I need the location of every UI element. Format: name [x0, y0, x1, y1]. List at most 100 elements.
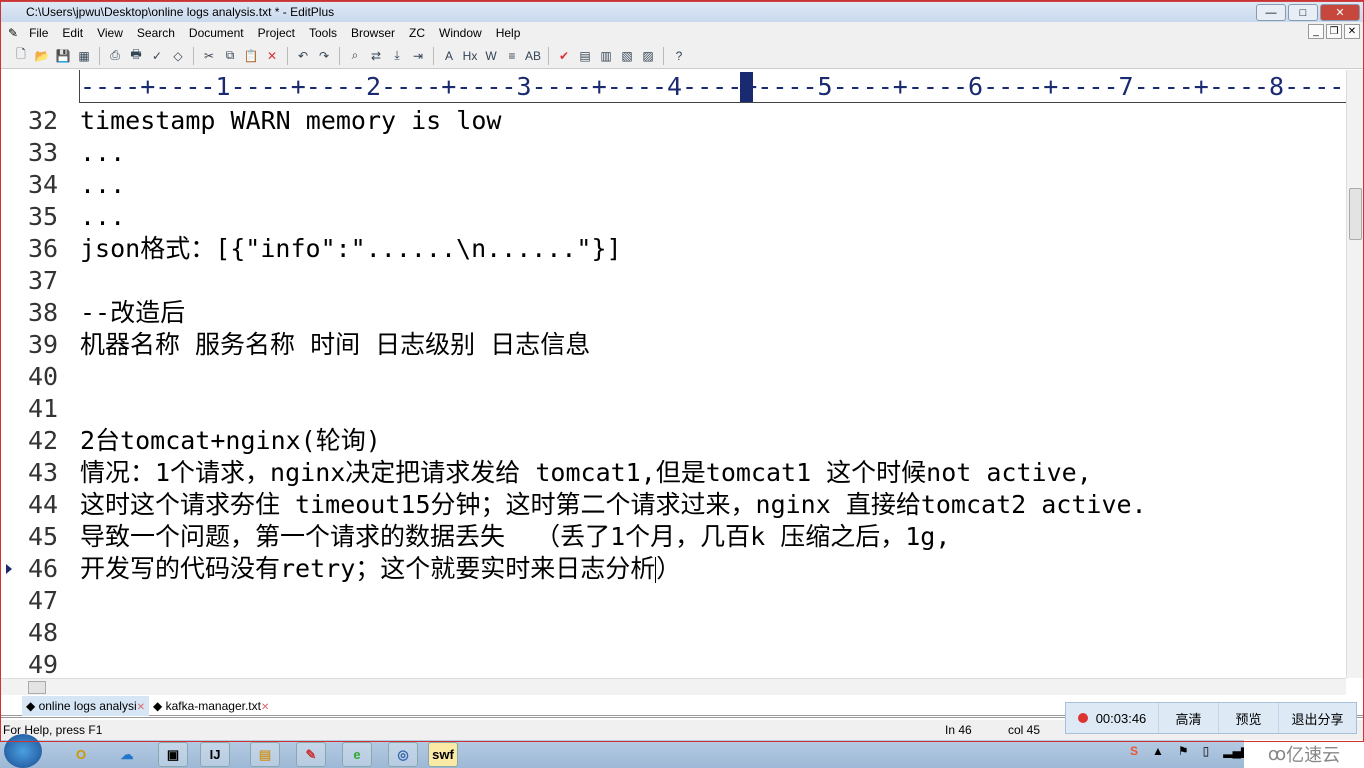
tab-online-logs[interactable]: ◆ online logs analysi✕ — [22, 695, 150, 716]
chrome-icon[interactable]: ◎ — [388, 742, 418, 767]
menu-browser[interactable]: Browser — [344, 26, 402, 40]
menu-view[interactable]: View — [90, 26, 130, 40]
line-text: 开发写的代码没有retry；这个就要实时来日志分析） — [80, 554, 682, 583]
line-numbers-icon[interactable]: ≡ — [503, 47, 521, 65]
copy-icon[interactable]: ⧉ — [221, 47, 239, 65]
toggle-2-icon[interactable]: ▥ — [597, 47, 615, 65]
menu-search[interactable]: Search — [130, 26, 182, 40]
column-select-icon[interactable]: AB — [524, 47, 542, 65]
redo-icon[interactable]: ↷ — [315, 47, 333, 65]
vertical-scrollbar[interactable] — [1346, 70, 1364, 678]
line-number: 46 — [28, 554, 59, 583]
hex-icon[interactable]: Hx — [461, 47, 479, 65]
line-number: 44 — [28, 490, 59, 519]
undo-icon[interactable]: ↶ — [294, 47, 312, 65]
line-indicator: In 46 — [945, 723, 972, 737]
new-file-icon[interactable]: 🗋 — [12, 47, 30, 65]
line-number: 41 — [28, 394, 59, 423]
line-number: 43 — [28, 458, 59, 487]
close-tab-icon[interactable]: ✕ — [137, 702, 145, 713]
editor-line: 39 机器名称 服务名称 时间 日志级别 日志信息 — [0, 329, 1346, 361]
exit-share-button[interactable]: 退出分享 — [1279, 703, 1356, 733]
line-number: 35 — [28, 202, 59, 231]
mdi-restore-button[interactable]: ❐ — [1326, 24, 1342, 39]
check-icon[interactable]: ✔ — [555, 47, 573, 65]
open-icon[interactable]: 📂 — [33, 47, 51, 65]
toggle-4-icon[interactable]: ▨ — [639, 47, 657, 65]
tab-kafka-manager[interactable]: ◆ kafka-manager.txt✕ — [149, 696, 273, 716]
browser-preview-icon[interactable]: ◇ — [169, 47, 187, 65]
flag-icon[interactable]: ⚑ — [1178, 744, 1189, 758]
line-text: 这时这个请求夯住 timeout15分钟；这时第二个请求过来，nginx 直接给… — [80, 490, 1147, 519]
horizontal-scrollbar[interactable] — [0, 678, 1346, 695]
maximize-button[interactable]: □ — [1288, 4, 1318, 21]
paste-icon[interactable]: 📋 — [242, 47, 260, 65]
editor-line: 37 — [0, 265, 1346, 297]
intellij-idea-icon[interactable]: IJ — [200, 742, 230, 767]
menu-bar: ✎ File Edit View Search Document Project Tools… — [0, 22, 1364, 43]
title-bar: C:\Users\jpwu\Desktop\online logs analys… — [0, 0, 1364, 22]
baidu-cloud-icon[interactable]: ☁ — [112, 742, 142, 767]
menu-project[interactable]: Project — [251, 26, 302, 40]
toggle-3-icon[interactable]: ▧ — [618, 47, 636, 65]
word-wrap-icon[interactable]: W — [482, 47, 500, 65]
delete-icon[interactable]: ✕ — [263, 47, 281, 65]
help-icon[interactable]: ? — [670, 47, 688, 65]
text-editor[interactable]: 32 timestamp WARN memory is low 33... 34...… — [0, 104, 1346, 678]
sogou-ime-icon[interactable]: S — [1130, 744, 1138, 758]
editor-line: 42 2台tomcat+nginx(轮询) — [0, 425, 1346, 457]
editor-line: 45 导致一个问题，第一个请求的数据丢失 （丢了1个月，几百k 压缩之后，1g, — [0, 521, 1346, 553]
ie-browser-icon[interactable]: e — [342, 742, 372, 767]
replace-icon[interactable]: ⇄ — [367, 47, 385, 65]
line-text: --改造后 — [80, 298, 186, 327]
ruler: ----+----1----+----2----+----3----+----4… — [0, 70, 1346, 103]
record-icon — [1077, 713, 1088, 723]
menu-zc[interactable]: ZC — [402, 26, 432, 40]
save-all-icon[interactable]: ▦ — [75, 47, 93, 65]
menu-file[interactable]: File — [22, 26, 55, 40]
show-hidden-icon[interactable]: ▲ — [1152, 744, 1164, 758]
print-preview-icon[interactable]: ⎙ — [106, 47, 124, 65]
ruler-cursor — [740, 72, 753, 102]
menu-document[interactable]: Document — [182, 26, 251, 40]
window-manager-icon[interactable]: ▣ — [158, 742, 188, 767]
close-tab-icon[interactable]: ✕ — [261, 702, 269, 713]
outlook-icon[interactable]: O — [66, 742, 96, 767]
save-icon[interactable]: 💾 — [54, 47, 72, 65]
editor-line: 49 — [0, 649, 1346, 678]
share-timer: 00:03:46 — [1095, 710, 1147, 726]
line-number: 49 — [28, 650, 59, 678]
find-icon[interactable]: ⌕ — [346, 47, 364, 65]
menu-tools[interactable]: Tools — [302, 26, 344, 40]
screen-share-bar: 00:03:46 高清 预览 退出分享 — [1065, 702, 1357, 734]
current-line-marker — [6, 564, 12, 574]
line-text: json格式：[{"info":"......\n......"}] — [80, 234, 622, 263]
mdi-close-button[interactable]: ✕ — [1344, 24, 1360, 39]
editor-line: 47 — [0, 585, 1346, 617]
goto-icon[interactable]: ⤓ — [388, 47, 406, 65]
indent-icon[interactable]: ⇥ — [409, 47, 427, 65]
spell-check-icon[interactable]: ✓ — [148, 47, 166, 65]
swf-player-icon[interactable]: swf — [428, 742, 458, 767]
line-text: timestamp WARN memory is low — [80, 106, 502, 135]
cut-icon[interactable]: ✂ — [200, 47, 218, 65]
mdi-minimize-button[interactable]: _ — [1308, 24, 1324, 39]
menu-help[interactable]: Help — [489, 26, 528, 40]
line-text: 2台tomcat+nginx(轮询) — [80, 426, 381, 455]
menu-window[interactable]: Window — [432, 26, 489, 40]
file-explorer-icon[interactable]: ▤ — [250, 742, 280, 767]
line-text: 机器名称 服务名称 时间 日志级别 日志信息 — [80, 330, 591, 359]
editor-line: 46 开发写的代码没有retry；这个就要实时来日志分析） — [0, 553, 1346, 585]
close-button[interactable]: ✕ — [1320, 4, 1360, 21]
print-icon[interactable]: 🖶 — [127, 47, 145, 65]
editor-line: 33... — [0, 137, 1346, 169]
hd-button[interactable]: 高清 — [1159, 703, 1219, 733]
toggle-1-icon[interactable]: ▤ — [576, 47, 594, 65]
power-icon[interactable]: ▯ — [1203, 744, 1210, 758]
font-icon[interactable]: A — [440, 47, 458, 65]
menu-edit[interactable]: Edit — [55, 26, 90, 40]
minimize-button[interactable]: — — [1256, 4, 1286, 21]
preview-button[interactable]: 预览 — [1219, 703, 1279, 733]
start-button[interactable] — [4, 734, 42, 768]
paint-icon[interactable]: ✎ — [296, 742, 326, 767]
